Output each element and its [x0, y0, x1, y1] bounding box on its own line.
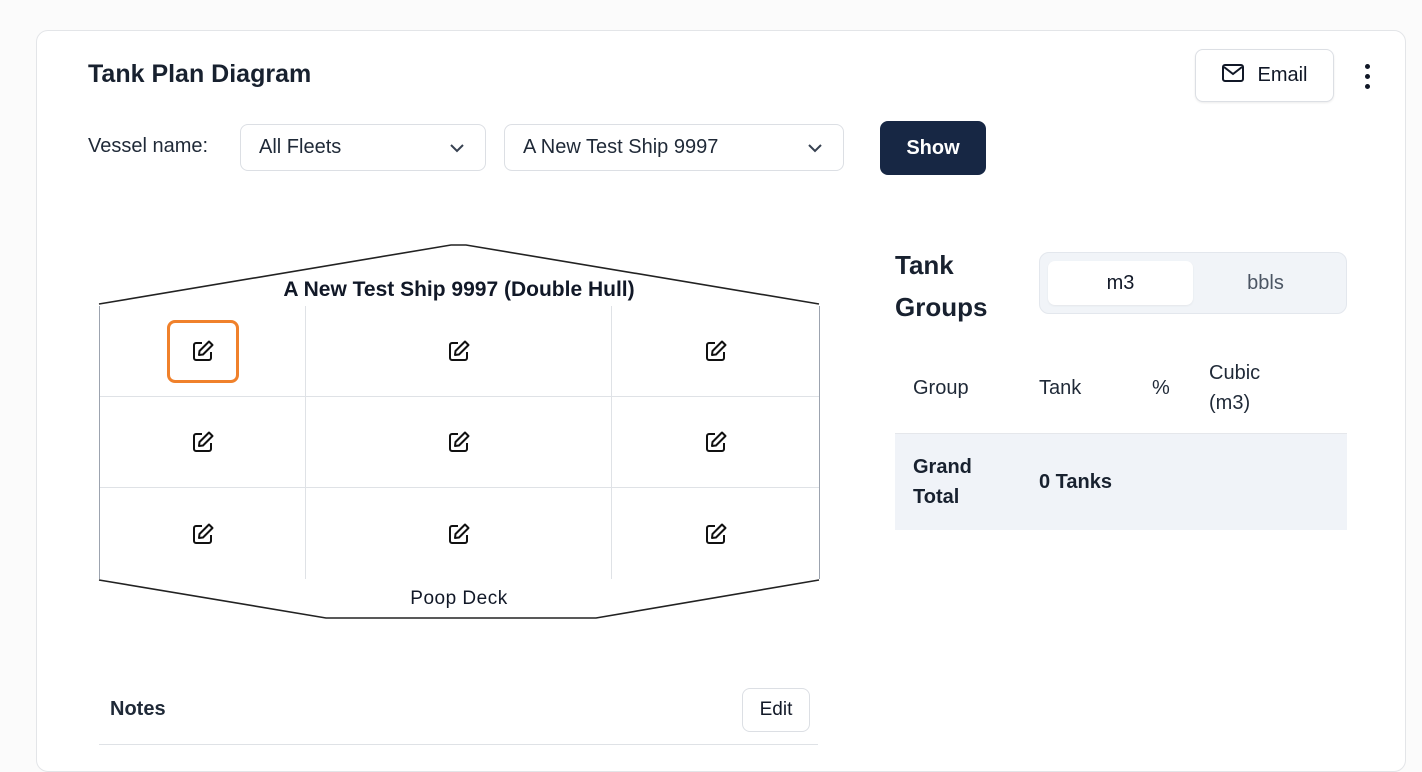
edit-icon[interactable] — [190, 429, 216, 455]
edit-icon[interactable] — [703, 338, 729, 364]
table-header-row: Group Tank % Cubic (m3) — [895, 342, 1347, 434]
tank-cell — [100, 488, 306, 579]
grand-total-row: Grand Total 0 Tanks — [895, 434, 1347, 530]
tank-groups-table: Group Tank % Cubic (m3) Grand Total 0 Ta… — [895, 342, 1347, 530]
vessel-name-label: Vessel name: — [88, 135, 209, 157]
edit-icon[interactable] — [446, 429, 472, 455]
edit-icon[interactable] — [446, 338, 472, 364]
email-label: Email — [1257, 64, 1308, 86]
column-header-group: Group — [913, 376, 969, 399]
unit-option-m3[interactable]: m3 — [1048, 261, 1193, 305]
tank-cell — [306, 488, 612, 579]
grand-total-tank: 0 Tanks — [1039, 471, 1112, 493]
grand-total-group: Grand Total — [913, 456, 972, 508]
tank-cell — [100, 306, 306, 397]
more-vertical-icon[interactable] — [1356, 58, 1378, 94]
edit-icon[interactable] — [166, 319, 239, 383]
chevron-down-icon — [449, 136, 465, 159]
column-header-cubic: Cubic (m3) — [1209, 361, 1261, 414]
edit-icon[interactable] — [703, 521, 729, 547]
edit-icon[interactable] — [190, 521, 216, 547]
email-button[interactable]: Email — [1195, 49, 1334, 102]
fleet-select[interactable]: All Fleets — [240, 124, 486, 171]
stern-label: Poop Deck — [410, 588, 508, 609]
edit-icon[interactable] — [703, 429, 729, 455]
tank-cell — [100, 397, 306, 488]
tank-cell — [306, 306, 612, 397]
chevron-down-icon — [807, 136, 823, 159]
column-header-tank: Tank — [1039, 376, 1082, 399]
column-header-percent: % — [1152, 376, 1170, 399]
mail-icon — [1221, 63, 1245, 89]
ship-select-value: A New Test Ship 9997 — [523, 136, 719, 158]
tank-cell — [612, 306, 819, 397]
tank-grid — [99, 306, 820, 579]
tank-groups-title: Tank Groups — [895, 250, 988, 322]
ship-select[interactable]: A New Test Ship 9997 — [504, 124, 844, 171]
edit-icon[interactable] — [446, 521, 472, 547]
fleet-select-value: All Fleets — [259, 136, 342, 158]
unit-option-bbls[interactable]: bbls — [1193, 261, 1338, 305]
ship-title: A New Test Ship 9997 (Double Hull) — [283, 278, 635, 301]
page-title: Tank Plan Diagram — [88, 60, 312, 88]
notes-edit-button[interactable]: Edit — [742, 688, 810, 732]
unit-toggle: m3 bbls — [1039, 252, 1347, 314]
tank-cell — [306, 397, 612, 488]
notes-divider — [99, 744, 818, 745]
notes-label: Notes — [110, 698, 166, 720]
tank-cell — [612, 488, 819, 579]
show-button[interactable]: Show — [880, 121, 986, 175]
tank-cell — [612, 397, 819, 488]
